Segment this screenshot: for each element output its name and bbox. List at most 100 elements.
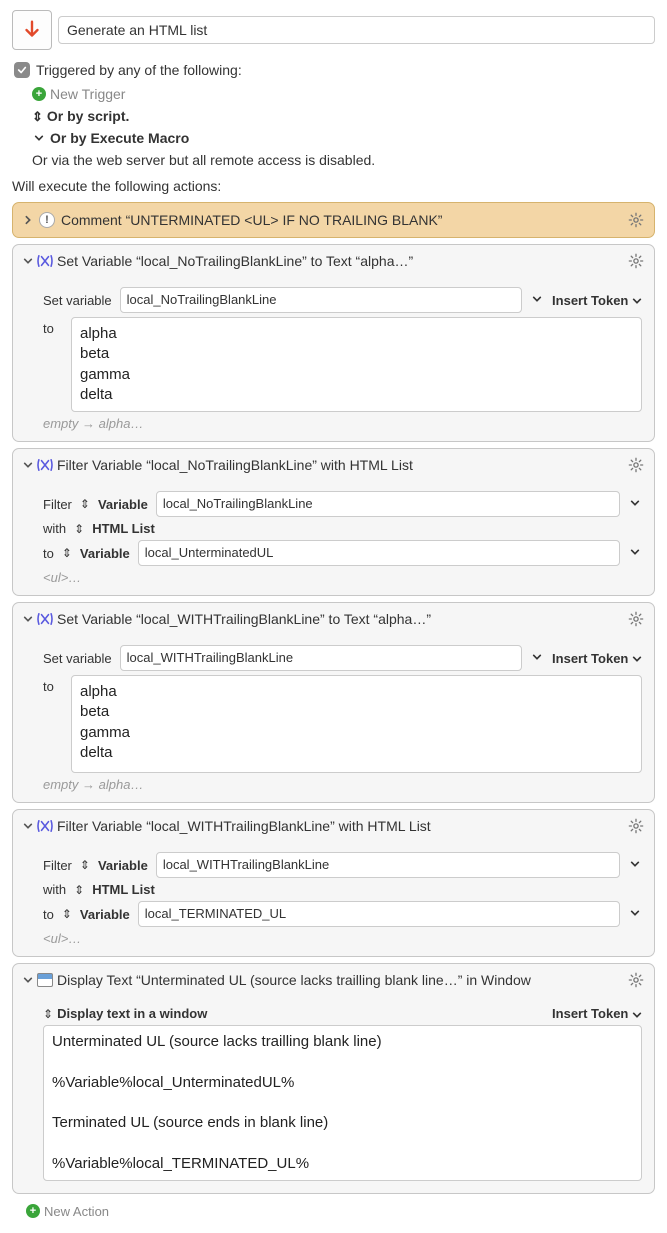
- dest-variable-select[interactable]: local_TERMINATED_UL: [138, 901, 620, 927]
- gear-icon: [628, 253, 644, 269]
- gear-icon: [628, 818, 644, 834]
- to-label: to: [43, 907, 54, 922]
- gear-icon: [628, 972, 644, 988]
- variable-x-icon: [35, 458, 55, 472]
- chevron-down-icon: [632, 296, 642, 306]
- text-value-input[interactable]: alpha beta gamma delta: [71, 675, 642, 773]
- action-filter-variable-1[interactable]: Filter Variable “local_NoTrailingBlankLi…: [12, 448, 655, 596]
- gear-icon: [628, 457, 644, 473]
- arrow-down-icon: [21, 19, 43, 41]
- dest-type-select[interactable]: Variable: [80, 546, 130, 561]
- action-title: Set Variable “local_NoTrailingBlankLine”…: [57, 253, 413, 269]
- gear-button[interactable]: [626, 455, 646, 475]
- to-label: to: [43, 317, 63, 336]
- macro-icon-box[interactable]: [12, 10, 52, 50]
- chevron-right-icon[interactable]: [21, 215, 35, 225]
- insert-token-button[interactable]: Insert Token: [552, 293, 642, 308]
- filter-type-select[interactable]: HTML List: [92, 521, 155, 536]
- chevron-down-icon[interactable]: [32, 133, 46, 143]
- will-execute-label: Will execute the following actions:: [12, 178, 655, 194]
- gear-button[interactable]: [626, 816, 646, 836]
- result-hint: <ul>…: [43, 931, 642, 946]
- select-chevron-icon[interactable]: [628, 547, 642, 560]
- triggered-checkbox[interactable]: [14, 62, 30, 78]
- filter-label: Filter: [43, 497, 72, 512]
- with-label: with: [43, 521, 66, 536]
- filter-type-select[interactable]: HTML List: [92, 882, 155, 897]
- gear-button[interactable]: [626, 210, 646, 230]
- new-trigger-button[interactable]: New Trigger: [50, 86, 125, 102]
- chevron-down-icon[interactable]: [21, 256, 35, 266]
- filter-label: Filter: [43, 858, 72, 873]
- gear-button[interactable]: [626, 251, 646, 271]
- source-variable-select[interactable]: local_WITHTrailingBlankLine: [156, 852, 620, 878]
- updown-icon[interactable]: ⇕: [74, 522, 84, 536]
- variable-x-icon: [35, 612, 55, 626]
- updown-icon[interactable]: ⇕: [80, 497, 90, 511]
- updown-icon[interactable]: ⇕: [62, 907, 72, 921]
- display-mode-select[interactable]: Display text in a window: [57, 1006, 207, 1021]
- trigger-or-by-script[interactable]: Or by script.: [47, 108, 129, 124]
- new-action-button[interactable]: New Action: [44, 1204, 109, 1219]
- select-chevron-icon[interactable]: [628, 859, 642, 872]
- gear-button[interactable]: [626, 609, 646, 629]
- select-chevron-icon[interactable]: [628, 498, 642, 511]
- action-title: Filter Variable “local_WITHTrailingBlank…: [57, 818, 431, 834]
- result-hint: empty → alpha…: [43, 416, 642, 431]
- action-title: Set Variable “local_WITHTrailingBlankLin…: [57, 611, 431, 627]
- exclamation-icon: !: [39, 212, 55, 228]
- chevron-down-icon: [632, 654, 642, 664]
- insert-token-button[interactable]: Insert Token: [552, 651, 642, 666]
- updown-icon[interactable]: ⇕: [80, 858, 90, 872]
- select-chevron-icon[interactable]: [530, 652, 544, 665]
- variable-x-icon: [35, 254, 55, 268]
- action-title: Comment “UNTERMINATED <UL> IF NO TRAILIN…: [61, 212, 442, 228]
- to-label: to: [43, 546, 54, 561]
- action-title: Display Text “Unterminated UL (source la…: [57, 972, 531, 988]
- source-type-select[interactable]: Variable: [98, 497, 148, 512]
- chevron-down-icon[interactable]: [21, 975, 35, 985]
- plus-icon[interactable]: +: [26, 1204, 40, 1218]
- updown-icon[interactable]: ⇕: [43, 1007, 53, 1021]
- insert-token-button[interactable]: Insert Token: [552, 1006, 642, 1021]
- variable-name-select[interactable]: local_NoTrailingBlankLine: [120, 287, 522, 313]
- result-hint: empty → alpha…: [43, 777, 642, 792]
- gear-icon: [628, 212, 644, 228]
- chevron-down-icon: [632, 1010, 642, 1020]
- updown-icon[interactable]: ⇕: [74, 883, 84, 897]
- action-filter-variable-2[interactable]: Filter Variable “local_WITHTrailingBlank…: [12, 809, 655, 957]
- updown-icon[interactable]: ⇕: [62, 546, 72, 560]
- select-chevron-icon[interactable]: [628, 908, 642, 921]
- gear-button[interactable]: [626, 970, 646, 990]
- triggered-by-label: Triggered by any of the following:: [36, 62, 242, 78]
- with-label: with: [43, 882, 66, 897]
- to-label: to: [43, 675, 63, 694]
- set-variable-label: Set variable: [43, 651, 112, 666]
- action-set-variable-1[interactable]: Set Variable “local_NoTrailingBlankLine”…: [12, 244, 655, 442]
- dest-variable-select[interactable]: local_UnterminatedUL: [138, 540, 620, 566]
- text-value-input[interactable]: alpha beta gamma delta: [71, 317, 642, 412]
- plus-icon[interactable]: +: [32, 87, 46, 101]
- set-variable-label: Set variable: [43, 293, 112, 308]
- gear-icon: [628, 611, 644, 627]
- updown-icon[interactable]: ⇕: [32, 110, 43, 123]
- display-text-input[interactable]: Unterminated UL (source lacks trailling …: [43, 1025, 642, 1181]
- action-display-text[interactable]: Display Text “Unterminated UL (source la…: [12, 963, 655, 1194]
- chevron-down-icon[interactable]: [21, 821, 35, 831]
- source-type-select[interactable]: Variable: [98, 858, 148, 873]
- action-title: Filter Variable “local_NoTrailingBlankLi…: [57, 457, 413, 473]
- variable-name-select[interactable]: local_WITHTrailingBlankLine: [120, 645, 522, 671]
- dest-type-select[interactable]: Variable: [80, 907, 130, 922]
- trigger-or-by-execute-macro[interactable]: Or by Execute Macro: [50, 130, 189, 146]
- check-icon: [17, 65, 27, 75]
- result-hint: <ul>…: [43, 570, 642, 585]
- action-set-variable-2[interactable]: Set Variable “local_WITHTrailingBlankLin…: [12, 602, 655, 803]
- source-variable-select[interactable]: local_NoTrailingBlankLine: [156, 491, 620, 517]
- window-icon: [35, 973, 55, 987]
- select-chevron-icon[interactable]: [530, 294, 544, 307]
- variable-x-icon: [35, 819, 55, 833]
- chevron-down-icon[interactable]: [21, 614, 35, 624]
- action-comment[interactable]: ! Comment “UNTERMINATED <UL> IF NO TRAIL…: [12, 202, 655, 238]
- macro-title-input[interactable]: [58, 16, 655, 44]
- chevron-down-icon[interactable]: [21, 460, 35, 470]
